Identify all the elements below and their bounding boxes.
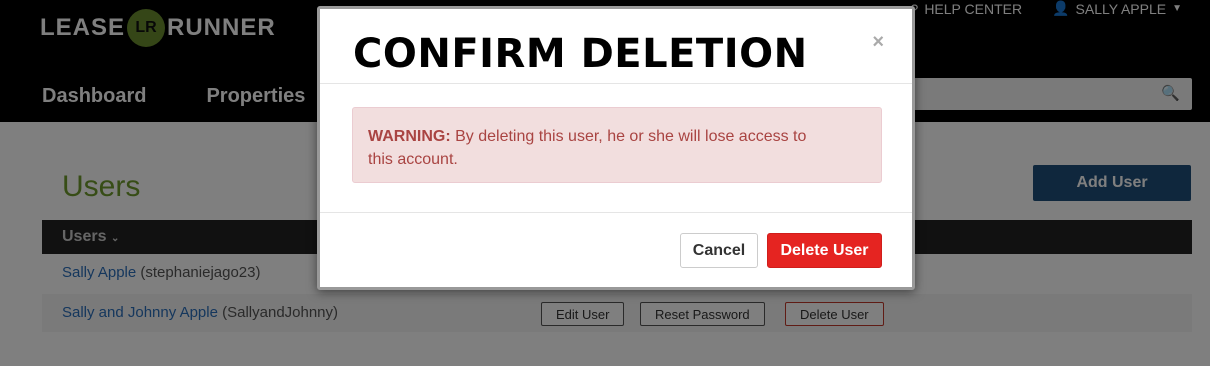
warning-alert: WARNING: By deleting this user, he or sh… xyxy=(352,107,882,183)
warning-label: WARNING: xyxy=(368,128,451,145)
modal-title: CONFIRM DELETION xyxy=(353,31,808,77)
cancel-button[interactable]: Cancel xyxy=(680,233,758,268)
modal-header-divider xyxy=(320,83,912,84)
modal-footer-divider xyxy=(320,212,912,213)
close-icon[interactable]: × xyxy=(872,31,884,54)
confirm-deletion-dialog: CONFIRM DELETION × WARNING: By deleting … xyxy=(317,6,915,290)
delete-user-button[interactable]: Delete User xyxy=(767,233,882,268)
warning-message: WARNING: By deleting this user, he or sh… xyxy=(368,128,806,168)
